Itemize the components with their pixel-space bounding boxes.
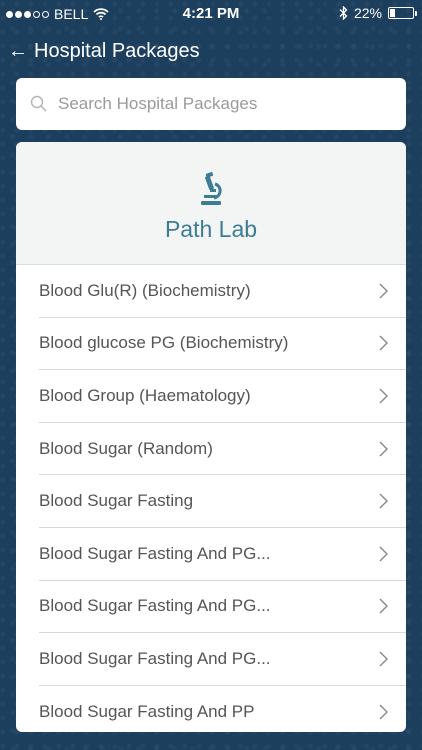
microscope-icon [201, 172, 222, 205]
package-label: Blood Glu(R) (Biochemistry) [39, 280, 251, 300]
section-header: Path Lab [16, 142, 406, 265]
list-item[interactable]: Blood Sugar Fasting And PG... [39, 633, 406, 686]
battery-percent: 22% [353, 5, 382, 21]
chevron-right-icon [379, 651, 388, 667]
chevron-right-icon [379, 598, 388, 614]
page-title: Hospital Packages [34, 39, 200, 62]
list-item[interactable]: Blood Sugar (Random) [39, 423, 406, 476]
back-arrow-icon[interactable]: ← [8, 41, 28, 61]
package-card: Path Lab Blood Glu(R) (Biochemistry) Blo… [16, 142, 406, 732]
package-label: Blood glucose PG (Biochemistry) [39, 333, 289, 353]
list-item[interactable]: Blood Sugar Fasting And PP [39, 686, 406, 732]
battery-icon [388, 7, 417, 19]
status-right: 22% [339, 5, 417, 21]
chevron-right-icon [379, 335, 388, 351]
package-label: Blood Group (Haematology) [39, 385, 251, 405]
bluetooth-icon [339, 6, 348, 20]
chevron-right-icon [379, 441, 388, 457]
list-item[interactable]: Blood Glu(R) (Biochemistry) [39, 265, 406, 318]
package-label: Blood Sugar Fasting And PP [39, 701, 255, 721]
nav-bar: ← Hospital Packages [8, 36, 200, 66]
battery-level [390, 9, 396, 17]
search-icon [30, 95, 47, 112]
list-item[interactable]: Blood Group (Haematology) [39, 370, 406, 423]
list-item[interactable]: Blood Sugar Fasting [39, 475, 406, 528]
chevron-right-icon [379, 388, 388, 404]
chevron-right-icon [379, 493, 388, 509]
package-label: Blood Sugar Fasting [39, 491, 194, 511]
package-label: Blood Sugar Fasting And PG... [39, 648, 271, 668]
list-item[interactable]: Blood Sugar Fasting And PG... [39, 528, 406, 581]
package-label: Blood Sugar Fasting And PG... [39, 596, 271, 616]
package-label: Blood Sugar Fasting And PG... [39, 543, 271, 563]
status-bar: BELL 4:21 PM 22% [0, 0, 422, 28]
chevron-right-icon [379, 546, 388, 562]
section-title: Path Lab [164, 216, 258, 242]
package-label: Blood Sugar (Random) [39, 438, 213, 458]
search-input[interactable] [58, 94, 388, 114]
chevron-right-icon [379, 704, 388, 720]
chevron-right-icon [379, 283, 388, 299]
list-item[interactable]: Blood glucose PG (Biochemistry) [39, 318, 406, 371]
search-bar[interactable] [16, 78, 406, 130]
list-item[interactable]: Blood Sugar Fasting And PG... [39, 581, 406, 634]
package-list: Blood Glu(R) (Biochemistry) Blood glucos… [16, 265, 406, 732]
